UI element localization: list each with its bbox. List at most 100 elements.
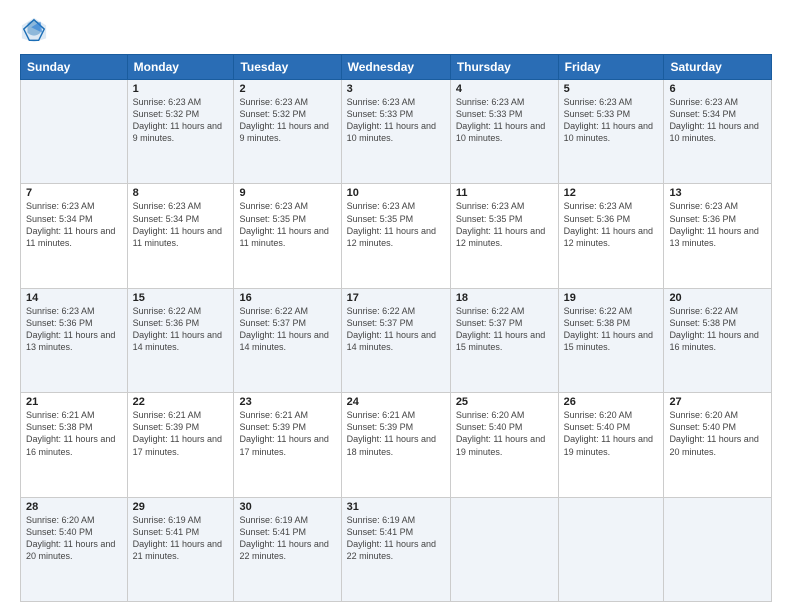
day-number: 11 bbox=[456, 187, 553, 199]
day-cell: 19Sunrise: 6:22 AMSunset: 5:38 PMDayligh… bbox=[558, 288, 664, 392]
day-info: Sunrise: 6:19 AMSunset: 5:41 PMDaylight:… bbox=[239, 514, 335, 563]
day-number: 20 bbox=[669, 292, 766, 304]
day-cell: 12Sunrise: 6:23 AMSunset: 5:36 PMDayligh… bbox=[558, 184, 664, 288]
day-cell: 9Sunrise: 6:23 AMSunset: 5:35 PMDaylight… bbox=[234, 184, 341, 288]
day-info: Sunrise: 6:23 AMSunset: 5:33 PMDaylight:… bbox=[564, 96, 659, 145]
day-cell: 16Sunrise: 6:22 AMSunset: 5:37 PMDayligh… bbox=[234, 288, 341, 392]
day-info: Sunrise: 6:21 AMSunset: 5:38 PMDaylight:… bbox=[26, 409, 122, 458]
logo-icon bbox=[20, 16, 48, 44]
day-header-thursday: Thursday bbox=[450, 55, 558, 80]
day-info: Sunrise: 6:22 AMSunset: 5:37 PMDaylight:… bbox=[456, 305, 553, 354]
day-number: 12 bbox=[564, 187, 659, 199]
day-number: 2 bbox=[239, 83, 335, 95]
day-number: 15 bbox=[133, 292, 229, 304]
day-number: 27 bbox=[669, 396, 766, 408]
day-number: 23 bbox=[239, 396, 335, 408]
day-header-saturday: Saturday bbox=[664, 55, 772, 80]
day-number: 31 bbox=[347, 501, 445, 513]
day-info: Sunrise: 6:23 AMSunset: 5:34 PMDaylight:… bbox=[26, 200, 122, 249]
day-info: Sunrise: 6:22 AMSunset: 5:38 PMDaylight:… bbox=[564, 305, 659, 354]
week-row-1: 7Sunrise: 6:23 AMSunset: 5:34 PMDaylight… bbox=[21, 184, 772, 288]
day-cell: 10Sunrise: 6:23 AMSunset: 5:35 PMDayligh… bbox=[341, 184, 450, 288]
day-info: Sunrise: 6:19 AMSunset: 5:41 PMDaylight:… bbox=[347, 514, 445, 563]
day-cell: 4Sunrise: 6:23 AMSunset: 5:33 PMDaylight… bbox=[450, 80, 558, 184]
header bbox=[20, 16, 772, 44]
day-cell: 13Sunrise: 6:23 AMSunset: 5:36 PMDayligh… bbox=[664, 184, 772, 288]
day-number: 25 bbox=[456, 396, 553, 408]
day-info: Sunrise: 6:23 AMSunset: 5:34 PMDaylight:… bbox=[133, 200, 229, 249]
day-cell: 28Sunrise: 6:20 AMSunset: 5:40 PMDayligh… bbox=[21, 497, 128, 601]
day-number: 26 bbox=[564, 396, 659, 408]
day-number: 6 bbox=[669, 83, 766, 95]
day-number: 17 bbox=[347, 292, 445, 304]
day-cell: 6Sunrise: 6:23 AMSunset: 5:34 PMDaylight… bbox=[664, 80, 772, 184]
day-info: Sunrise: 6:23 AMSunset: 5:35 PMDaylight:… bbox=[456, 200, 553, 249]
day-number: 8 bbox=[133, 187, 229, 199]
day-info: Sunrise: 6:21 AMSunset: 5:39 PMDaylight:… bbox=[347, 409, 445, 458]
day-cell: 27Sunrise: 6:20 AMSunset: 5:40 PMDayligh… bbox=[664, 393, 772, 497]
day-cell: 23Sunrise: 6:21 AMSunset: 5:39 PMDayligh… bbox=[234, 393, 341, 497]
day-header-sunday: Sunday bbox=[21, 55, 128, 80]
day-number: 5 bbox=[564, 83, 659, 95]
day-cell: 8Sunrise: 6:23 AMSunset: 5:34 PMDaylight… bbox=[127, 184, 234, 288]
day-info: Sunrise: 6:23 AMSunset: 5:36 PMDaylight:… bbox=[26, 305, 122, 354]
day-number: 1 bbox=[133, 83, 229, 95]
day-number: 14 bbox=[26, 292, 122, 304]
day-cell: 11Sunrise: 6:23 AMSunset: 5:35 PMDayligh… bbox=[450, 184, 558, 288]
day-info: Sunrise: 6:23 AMSunset: 5:35 PMDaylight:… bbox=[239, 200, 335, 249]
logo bbox=[20, 16, 50, 44]
day-info: Sunrise: 6:21 AMSunset: 5:39 PMDaylight:… bbox=[133, 409, 229, 458]
day-info: Sunrise: 6:20 AMSunset: 5:40 PMDaylight:… bbox=[669, 409, 766, 458]
day-cell bbox=[558, 497, 664, 601]
day-number: 28 bbox=[26, 501, 122, 513]
day-header-monday: Monday bbox=[127, 55, 234, 80]
day-info: Sunrise: 6:22 AMSunset: 5:36 PMDaylight:… bbox=[133, 305, 229, 354]
day-info: Sunrise: 6:21 AMSunset: 5:39 PMDaylight:… bbox=[239, 409, 335, 458]
calendar-table: SundayMondayTuesdayWednesdayThursdayFrid… bbox=[20, 54, 772, 602]
day-cell: 17Sunrise: 6:22 AMSunset: 5:37 PMDayligh… bbox=[341, 288, 450, 392]
day-cell: 29Sunrise: 6:19 AMSunset: 5:41 PMDayligh… bbox=[127, 497, 234, 601]
day-info: Sunrise: 6:22 AMSunset: 5:38 PMDaylight:… bbox=[669, 305, 766, 354]
day-info: Sunrise: 6:20 AMSunset: 5:40 PMDaylight:… bbox=[456, 409, 553, 458]
week-row-0: 1Sunrise: 6:23 AMSunset: 5:32 PMDaylight… bbox=[21, 80, 772, 184]
day-number: 4 bbox=[456, 83, 553, 95]
day-cell: 24Sunrise: 6:21 AMSunset: 5:39 PMDayligh… bbox=[341, 393, 450, 497]
day-number: 18 bbox=[456, 292, 553, 304]
day-cell: 14Sunrise: 6:23 AMSunset: 5:36 PMDayligh… bbox=[21, 288, 128, 392]
day-cell: 2Sunrise: 6:23 AMSunset: 5:32 PMDaylight… bbox=[234, 80, 341, 184]
day-cell: 21Sunrise: 6:21 AMSunset: 5:38 PMDayligh… bbox=[21, 393, 128, 497]
day-cell: 18Sunrise: 6:22 AMSunset: 5:37 PMDayligh… bbox=[450, 288, 558, 392]
day-number: 29 bbox=[133, 501, 229, 513]
day-cell: 26Sunrise: 6:20 AMSunset: 5:40 PMDayligh… bbox=[558, 393, 664, 497]
day-cell: 25Sunrise: 6:20 AMSunset: 5:40 PMDayligh… bbox=[450, 393, 558, 497]
day-info: Sunrise: 6:22 AMSunset: 5:37 PMDaylight:… bbox=[239, 305, 335, 354]
day-number: 21 bbox=[26, 396, 122, 408]
day-info: Sunrise: 6:23 AMSunset: 5:32 PMDaylight:… bbox=[239, 96, 335, 145]
day-cell: 30Sunrise: 6:19 AMSunset: 5:41 PMDayligh… bbox=[234, 497, 341, 601]
day-info: Sunrise: 6:20 AMSunset: 5:40 PMDaylight:… bbox=[564, 409, 659, 458]
day-cell bbox=[450, 497, 558, 601]
day-cell: 22Sunrise: 6:21 AMSunset: 5:39 PMDayligh… bbox=[127, 393, 234, 497]
page: SundayMondayTuesdayWednesdayThursdayFrid… bbox=[0, 0, 792, 612]
day-number: 7 bbox=[26, 187, 122, 199]
day-info: Sunrise: 6:19 AMSunset: 5:41 PMDaylight:… bbox=[133, 514, 229, 563]
day-cell: 5Sunrise: 6:23 AMSunset: 5:33 PMDaylight… bbox=[558, 80, 664, 184]
day-cell: 31Sunrise: 6:19 AMSunset: 5:41 PMDayligh… bbox=[341, 497, 450, 601]
day-number: 22 bbox=[133, 396, 229, 408]
header-row: SundayMondayTuesdayWednesdayThursdayFrid… bbox=[21, 55, 772, 80]
day-number: 30 bbox=[239, 501, 335, 513]
day-cell: 20Sunrise: 6:22 AMSunset: 5:38 PMDayligh… bbox=[664, 288, 772, 392]
day-info: Sunrise: 6:23 AMSunset: 5:32 PMDaylight:… bbox=[133, 96, 229, 145]
day-info: Sunrise: 6:22 AMSunset: 5:37 PMDaylight:… bbox=[347, 305, 445, 354]
day-number: 3 bbox=[347, 83, 445, 95]
day-info: Sunrise: 6:23 AMSunset: 5:35 PMDaylight:… bbox=[347, 200, 445, 249]
day-number: 16 bbox=[239, 292, 335, 304]
day-cell: 7Sunrise: 6:23 AMSunset: 5:34 PMDaylight… bbox=[21, 184, 128, 288]
week-row-2: 14Sunrise: 6:23 AMSunset: 5:36 PMDayligh… bbox=[21, 288, 772, 392]
day-cell: 3Sunrise: 6:23 AMSunset: 5:33 PMDaylight… bbox=[341, 80, 450, 184]
day-cell: 1Sunrise: 6:23 AMSunset: 5:32 PMDaylight… bbox=[127, 80, 234, 184]
week-row-3: 21Sunrise: 6:21 AMSunset: 5:38 PMDayligh… bbox=[21, 393, 772, 497]
day-info: Sunrise: 6:23 AMSunset: 5:33 PMDaylight:… bbox=[347, 96, 445, 145]
day-number: 24 bbox=[347, 396, 445, 408]
day-number: 13 bbox=[669, 187, 766, 199]
